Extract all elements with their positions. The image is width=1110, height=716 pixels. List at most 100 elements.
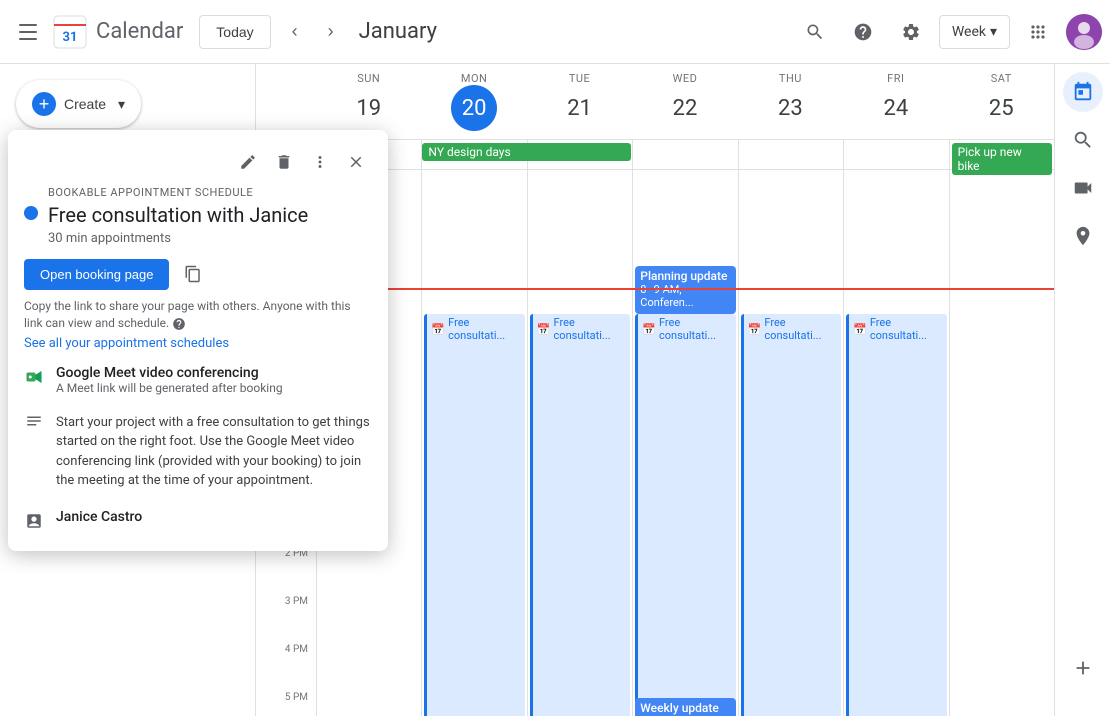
copy-hint-help-icon[interactable] (172, 316, 186, 330)
all-day-mon: NY design days (421, 140, 526, 169)
meet-row: Google Meet video conferencing A Meet li… (24, 361, 372, 399)
popup-title-row: Free consultation with Janice (24, 203, 372, 227)
wed-num: 22 (662, 85, 708, 131)
meet-content: Google Meet video conferencing A Meet li… (56, 365, 372, 395)
grid-col-fri[interactable]: 📅 Free consultati... (843, 170, 948, 716)
mon-name: MON (421, 72, 526, 85)
edit-icon (239, 153, 257, 171)
day-header-tue[interactable]: TUE 21 (527, 64, 632, 139)
time-3pm: 3 PM (256, 602, 316, 650)
all-day-wed (632, 140, 737, 169)
more-icon (311, 153, 329, 171)
top-nav: 31 Calendar Today ‹ › January Week ▾ (0, 0, 1110, 64)
day-header-sat[interactable]: SAT 25 (949, 64, 1054, 139)
google-calendar-icon: 31 (52, 14, 88, 50)
create-plus-icon: + (32, 92, 56, 116)
rs-maps-icon[interactable] (1063, 216, 1103, 256)
right-sidebar (1054, 64, 1110, 716)
rs-meet-icon[interactable] (1063, 168, 1103, 208)
popup-color-dot (24, 206, 38, 220)
copy-link-button[interactable] (177, 258, 209, 290)
see-all-schedules-link[interactable]: See all your appointment schedules (24, 336, 372, 351)
hamburger-icon (19, 24, 37, 40)
thu-name: THU (738, 72, 843, 85)
settings-button[interactable] (891, 12, 931, 52)
popup-description: Start your project with a free consultat… (56, 409, 372, 495)
planning-update-event[interactable]: Planning update 8–9 AM, Conferen... (635, 266, 735, 314)
organizer-name: Janice Castro (56, 509, 372, 525)
popup-delete-button[interactable] (268, 146, 300, 178)
mon-num: 20 (451, 85, 497, 131)
apps-button[interactable] (1018, 12, 1058, 52)
sat-name: SAT (949, 72, 1054, 85)
grid-col-tue[interactable]: 📅 Free consultati... Dinner with Helen 6… (527, 170, 632, 716)
day-header-thu[interactable]: THU 23 (738, 64, 843, 139)
menu-button[interactable] (8, 12, 48, 52)
day-header-sun[interactable]: SUN 19 (316, 64, 421, 139)
popup-title: Free consultation with Janice (48, 203, 308, 227)
next-button[interactable]: › (315, 16, 347, 48)
grid-icon (1028, 22, 1048, 42)
wed-name: WED (632, 72, 737, 85)
time-4pm: 4 PM (256, 650, 316, 698)
help-icon (853, 22, 873, 42)
bookable-tue[interactable]: 📅 Free consultati... (530, 314, 630, 716)
tue-num: 21 (557, 85, 603, 131)
create-dropdown-icon: ▾ (118, 96, 125, 113)
sun-num: 19 (346, 85, 392, 131)
time-5pm: 5 PM (256, 698, 316, 716)
day-header-wed[interactable]: WED 22 (632, 64, 737, 139)
delete-icon (275, 153, 293, 171)
copy-icon (184, 265, 202, 283)
view-selector[interactable]: Week ▾ (939, 15, 1010, 49)
popup-more-button[interactable] (304, 146, 336, 178)
popup-actions: Open booking page (24, 258, 372, 290)
description-row: Start your project with a free consultat… (24, 405, 372, 499)
organizer-icon (24, 511, 44, 531)
month-title: January (359, 19, 795, 44)
avatar-image (1066, 14, 1102, 50)
ny-design-days-event[interactable]: NY design days (422, 143, 631, 161)
open-booking-button[interactable]: Open booking page (24, 259, 169, 290)
user-avatar[interactable] (1066, 14, 1102, 50)
bookable-mon[interactable]: 📅 Free consultati... (424, 314, 524, 716)
appointment-popup: BOOKABLE APPOINTMENT SCHEDULE Free consu… (8, 130, 388, 551)
help-button[interactable] (843, 12, 883, 52)
sat-num: 25 (978, 85, 1024, 131)
nav-arrows: ‹ › (279, 16, 347, 48)
day-header-mon[interactable]: MON 20 (421, 64, 526, 139)
all-day-sat: Pick up new bike (949, 140, 1054, 169)
app-name: Calendar (96, 19, 183, 44)
nav-right: Week ▾ (795, 12, 1102, 52)
grid-col-wed[interactable]: Planning update 8–9 AM, Conferen... 📅 Fr… (632, 170, 737, 716)
bookable-wed[interactable]: 📅 Free consultati... (635, 314, 735, 716)
bookable-thu[interactable]: 📅 Free consultati... (741, 314, 841, 716)
create-button[interactable]: + Create ▾ (16, 80, 141, 128)
popup-overlay: BOOKABLE APPOINTMENT SCHEDULE Free consu… (8, 130, 388, 551)
today-button[interactable]: Today (199, 15, 270, 49)
organizer-row: Janice Castro (24, 505, 372, 535)
popup-edit-button[interactable] (232, 146, 264, 178)
popup-subtitle: 30 min appointments (48, 231, 372, 246)
fri-num: 24 (873, 85, 919, 131)
rs-calendar-icon[interactable] (1063, 72, 1103, 112)
rs-add-icon[interactable] (1063, 648, 1103, 688)
thu-num: 23 (767, 85, 813, 131)
grid-col-sat[interactable] (949, 170, 1054, 716)
copy-hint: Copy the link to share your page with ot… (24, 298, 372, 332)
svg-text:31: 31 (63, 30, 78, 45)
prev-button[interactable]: ‹ (279, 16, 311, 48)
settings-icon (901, 22, 921, 42)
grid-col-mon[interactable]: 📅 Free consultati... (421, 170, 526, 716)
popup-close-button[interactable] (340, 146, 372, 178)
description-icon (24, 411, 44, 431)
meet-sub: A Meet link will be generated after book… (56, 381, 372, 395)
search-button[interactable] (795, 12, 835, 52)
meet-title: Google Meet video conferencing (56, 365, 372, 381)
grid-col-thu[interactable]: 📅 Free consultati... (738, 170, 843, 716)
weekly-update-event[interactable]: Weekly update 5–6 PM, Meeting r... (635, 698, 735, 716)
day-header-fri[interactable]: FRI 24 (843, 64, 948, 139)
bookable-fri[interactable]: 📅 Free consultati... (846, 314, 946, 716)
rs-search-icon[interactable] (1063, 120, 1103, 160)
chevron-down-icon: ▾ (990, 24, 997, 40)
